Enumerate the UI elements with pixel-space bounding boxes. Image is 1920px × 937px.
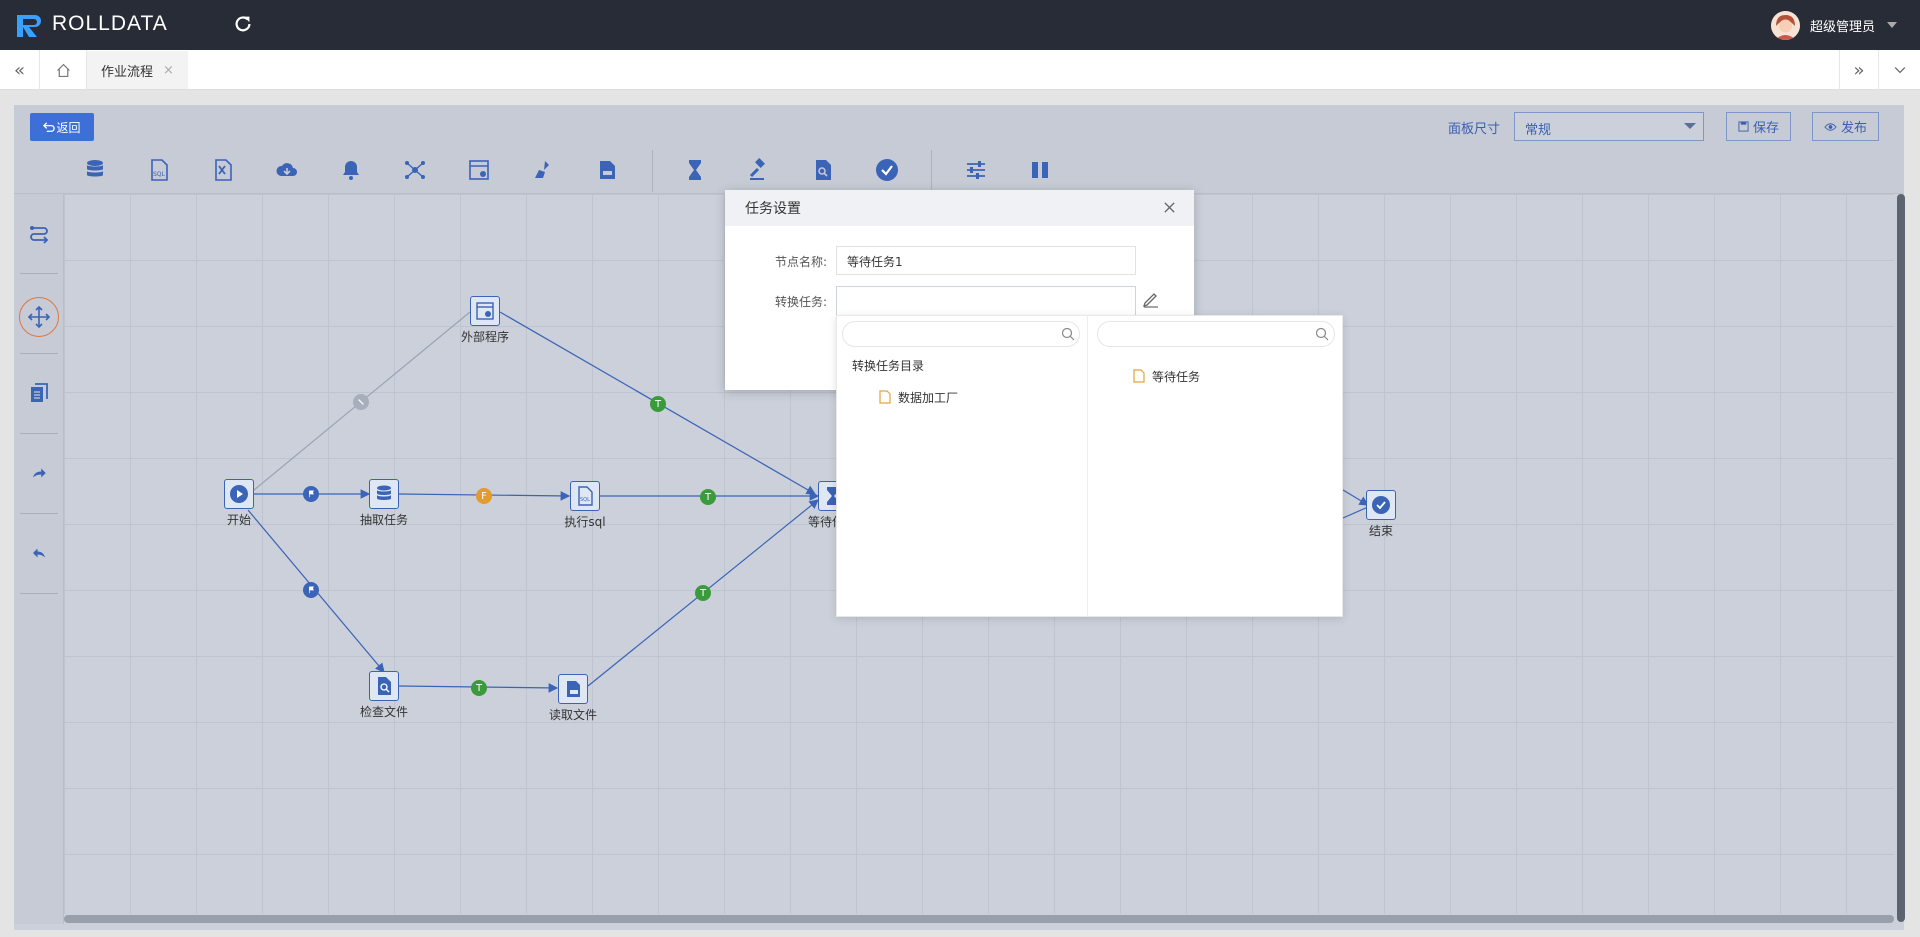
tree-child-item[interactable]: 数据加工厂 bbox=[898, 389, 958, 406]
check-file-icon bbox=[378, 677, 391, 695]
play-icon bbox=[230, 485, 248, 503]
true-badge[interactable]: T bbox=[650, 396, 666, 412]
node-extract-label: 抽取任务 bbox=[359, 513, 409, 527]
dialog-title: 任务设置 bbox=[725, 190, 1194, 226]
true-badge[interactable]: T bbox=[695, 585, 711, 601]
true-badge[interactable]: T bbox=[700, 489, 716, 505]
left-search-input[interactable] bbox=[842, 321, 1080, 347]
edge-to-end-b[interactable] bbox=[1342, 506, 1369, 519]
sql-file-icon: SQL bbox=[578, 486, 593, 506]
node-external-label: 外部程序 bbox=[460, 330, 510, 344]
false-badge[interactable]: F bbox=[476, 488, 492, 504]
convert-task-select[interactable] bbox=[836, 286, 1136, 316]
file-icon bbox=[879, 390, 891, 404]
search-icon[interactable] bbox=[1061, 327, 1075, 341]
disabled-badge-icon[interactable] bbox=[353, 394, 369, 410]
external-program-icon bbox=[476, 302, 494, 320]
right-search-input[interactable] bbox=[1097, 321, 1335, 347]
edit-pencil-icon[interactable] bbox=[1142, 290, 1160, 308]
node-extract[interactable] bbox=[369, 479, 399, 509]
node-name-label: 节点名称: bbox=[775, 255, 828, 269]
node-check-file-label: 检查文件 bbox=[359, 705, 409, 719]
node-name-input[interactable]: 等待任务1 bbox=[836, 246, 1136, 275]
dropdown-divider bbox=[1087, 315, 1088, 617]
node-exec-sql-label: 执行sql bbox=[564, 515, 606, 529]
node-end-label: 结束 bbox=[1368, 524, 1394, 538]
file-icon bbox=[1133, 369, 1145, 383]
svg-text:SQL: SQL bbox=[580, 497, 590, 503]
node-read-file-label: 读取文件 bbox=[548, 708, 598, 722]
right-list-item[interactable]: 等待任务 bbox=[1152, 368, 1200, 385]
flag-badge-icon[interactable] bbox=[303, 582, 319, 598]
node-start-label: 开始 bbox=[226, 513, 252, 527]
tree-root-item[interactable]: 转换任务目录 bbox=[852, 357, 924, 374]
file-output-icon bbox=[567, 681, 580, 697]
node-external[interactable] bbox=[470, 296, 500, 326]
flag-badge-icon[interactable] bbox=[303, 486, 319, 502]
convert-task-label: 转换任务: bbox=[775, 295, 828, 309]
true-badge[interactable]: T bbox=[471, 680, 487, 696]
node-end[interactable] bbox=[1366, 490, 1396, 520]
node-check-file[interactable] bbox=[369, 671, 399, 701]
check-circle-icon bbox=[1372, 496, 1390, 514]
dialog-close-icon[interactable] bbox=[1163, 198, 1176, 219]
search-icon[interactable] bbox=[1315, 327, 1329, 341]
database-icon bbox=[377, 485, 391, 500]
node-read-file[interactable] bbox=[558, 674, 588, 704]
node-exec-sql[interactable]: SQL bbox=[570, 481, 600, 511]
node-start[interactable] bbox=[224, 479, 254, 509]
edge-to-end-a[interactable] bbox=[1342, 489, 1370, 506]
